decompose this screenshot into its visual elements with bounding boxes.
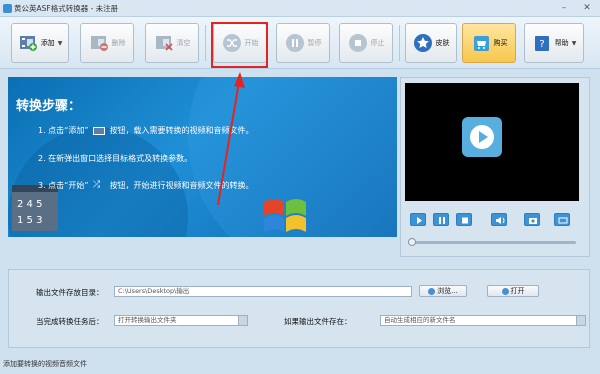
seek-slider[interactable] <box>410 241 576 244</box>
add-button[interactable]: 添加 ▼ <box>11 23 69 63</box>
file-exists-value: 自动生成相应的新文件名 <box>384 316 456 324</box>
pause-icon <box>285 33 305 53</box>
delete-button[interactable]: 删除 <box>80 23 134 63</box>
film-clear-icon <box>154 33 174 53</box>
star-icon <box>413 33 433 53</box>
buy-label: 购买 <box>493 39 508 47</box>
browse-label: 浏览... <box>437 287 458 295</box>
volume-button[interactable] <box>491 213 507 226</box>
open-label: 打开 <box>510 287 525 295</box>
help-label: 帮助 <box>554 39 569 47</box>
stop-button[interactable]: 停止 <box>339 23 393 63</box>
file-exists-label: 如果输出文件存在： <box>284 317 352 326</box>
pause-button-player[interactable] <box>433 213 449 226</box>
help-book-icon: ? <box>532 33 552 53</box>
step1-prefix: 1. 点击“添加” <box>38 126 89 135</box>
after-task-value: 打开转换输出文件夹 <box>118 316 177 324</box>
output-dir-label: 输出文件存放目录： <box>36 288 104 297</box>
status-bar: 添加要转换的视频音频文件 <box>3 360 87 368</box>
stop-label: 停止 <box>370 39 385 47</box>
browse-button[interactable]: 浏览... <box>419 285 467 297</box>
pause-button[interactable]: 暂停 <box>276 23 330 63</box>
chevron-down-icon: ▼ <box>57 39 63 47</box>
film-delete-icon <box>89 33 109 53</box>
seek-knob[interactable] <box>408 238 416 246</box>
shuffle-icon: ⤮ <box>93 180 101 190</box>
fullscreen-button[interactable] <box>554 213 570 226</box>
toolbar: 添加 ▼ 删除 清空 开始 暂停 停止 皮肤 购买 ? 帮助 ▼ <box>0 17 600 69</box>
film-add-icon <box>93 126 106 135</box>
cart-icon <box>471 33 491 53</box>
add-label: 添加 <box>40 39 55 47</box>
svg-text:?: ? <box>539 39 544 50</box>
minimize-icon[interactable]: – <box>557 2 571 14</box>
guide-step-3: 3. 点击“开始” ⤮ 按钮，开始进行视频和音频文件的转换。 <box>38 180 254 191</box>
open-folder-button[interactable]: 打开 <box>487 285 539 297</box>
output-settings-panel <box>8 269 590 348</box>
play-button[interactable] <box>410 213 426 226</box>
skin-button[interactable]: 皮肤 <box>405 23 457 63</box>
output-dir-field[interactable]: C:\Users\Desktop\输出 <box>114 286 412 297</box>
stop-button-player[interactable] <box>456 213 472 226</box>
highlight-box <box>211 22 268 68</box>
help-button[interactable]: ? 帮助 ▼ <box>524 23 584 63</box>
svg-text:2 4 5: 2 4 5 <box>17 199 42 210</box>
stop-icon <box>348 33 368 53</box>
clear-button[interactable]: 清空 <box>145 23 199 63</box>
step1-suffix: 按钮，载入需要转换的视频和音频文件。 <box>109 126 254 135</box>
title-bar: 黄公英ASF格式转换器 - 未注册 – ✕ <box>0 0 600 17</box>
guide-step-1: 1. 点击“添加” 按钮，载入需要转换的视频和音频文件。 <box>38 125 254 136</box>
toolbar-separator <box>205 25 206 61</box>
conversion-guide-panel[interactable]: 2 4 5 1 5 3 转换步骤： 1. 点击“添加” 按钮，载入需要转换的视频… <box>8 77 397 237</box>
toolbar-separator <box>399 25 400 61</box>
snapshot-button[interactable] <box>524 213 540 226</box>
buy-button[interactable]: 购买 <box>462 23 516 63</box>
guide-title: 转换步骤： <box>16 99 82 114</box>
clear-label: 清空 <box>176 39 191 47</box>
after-task-label: 当完成转换任务后： <box>36 317 104 326</box>
close-icon[interactable]: ✕ <box>580 2 594 14</box>
after-task-select[interactable]: 打开转换输出文件夹 <box>114 315 248 326</box>
video-preview[interactable] <box>405 83 579 201</box>
window-title: 黄公英ASF格式转换器 - 未注册 <box>14 4 119 13</box>
browse-icon <box>428 287 436 295</box>
play-icon[interactable] <box>462 117 502 157</box>
pause-label: 暂停 <box>307 39 322 47</box>
chevron-down-icon[interactable] <box>238 316 247 325</box>
film-add-icon <box>18 33 38 53</box>
delete-label: 删除 <box>111 39 126 47</box>
chevron-down-icon: ▼ <box>571 39 577 47</box>
svg-text:1 5 3: 1 5 3 <box>17 215 42 226</box>
file-exists-select[interactable]: 自动生成相应的新文件名 <box>380 315 586 326</box>
chevron-down-icon[interactable] <box>576 316 585 325</box>
guide-step-2: 2. 在新弹出窗口选择目标格式及转换参数。 <box>38 154 193 163</box>
step3-prefix: 3. 点击“开始” <box>38 181 89 190</box>
step3-suffix: 按钮，开始进行视频和音频文件的转换。 <box>109 181 254 190</box>
skin-label: 皮肤 <box>435 39 450 47</box>
open-icon <box>501 287 509 295</box>
app-icon <box>3 4 12 13</box>
